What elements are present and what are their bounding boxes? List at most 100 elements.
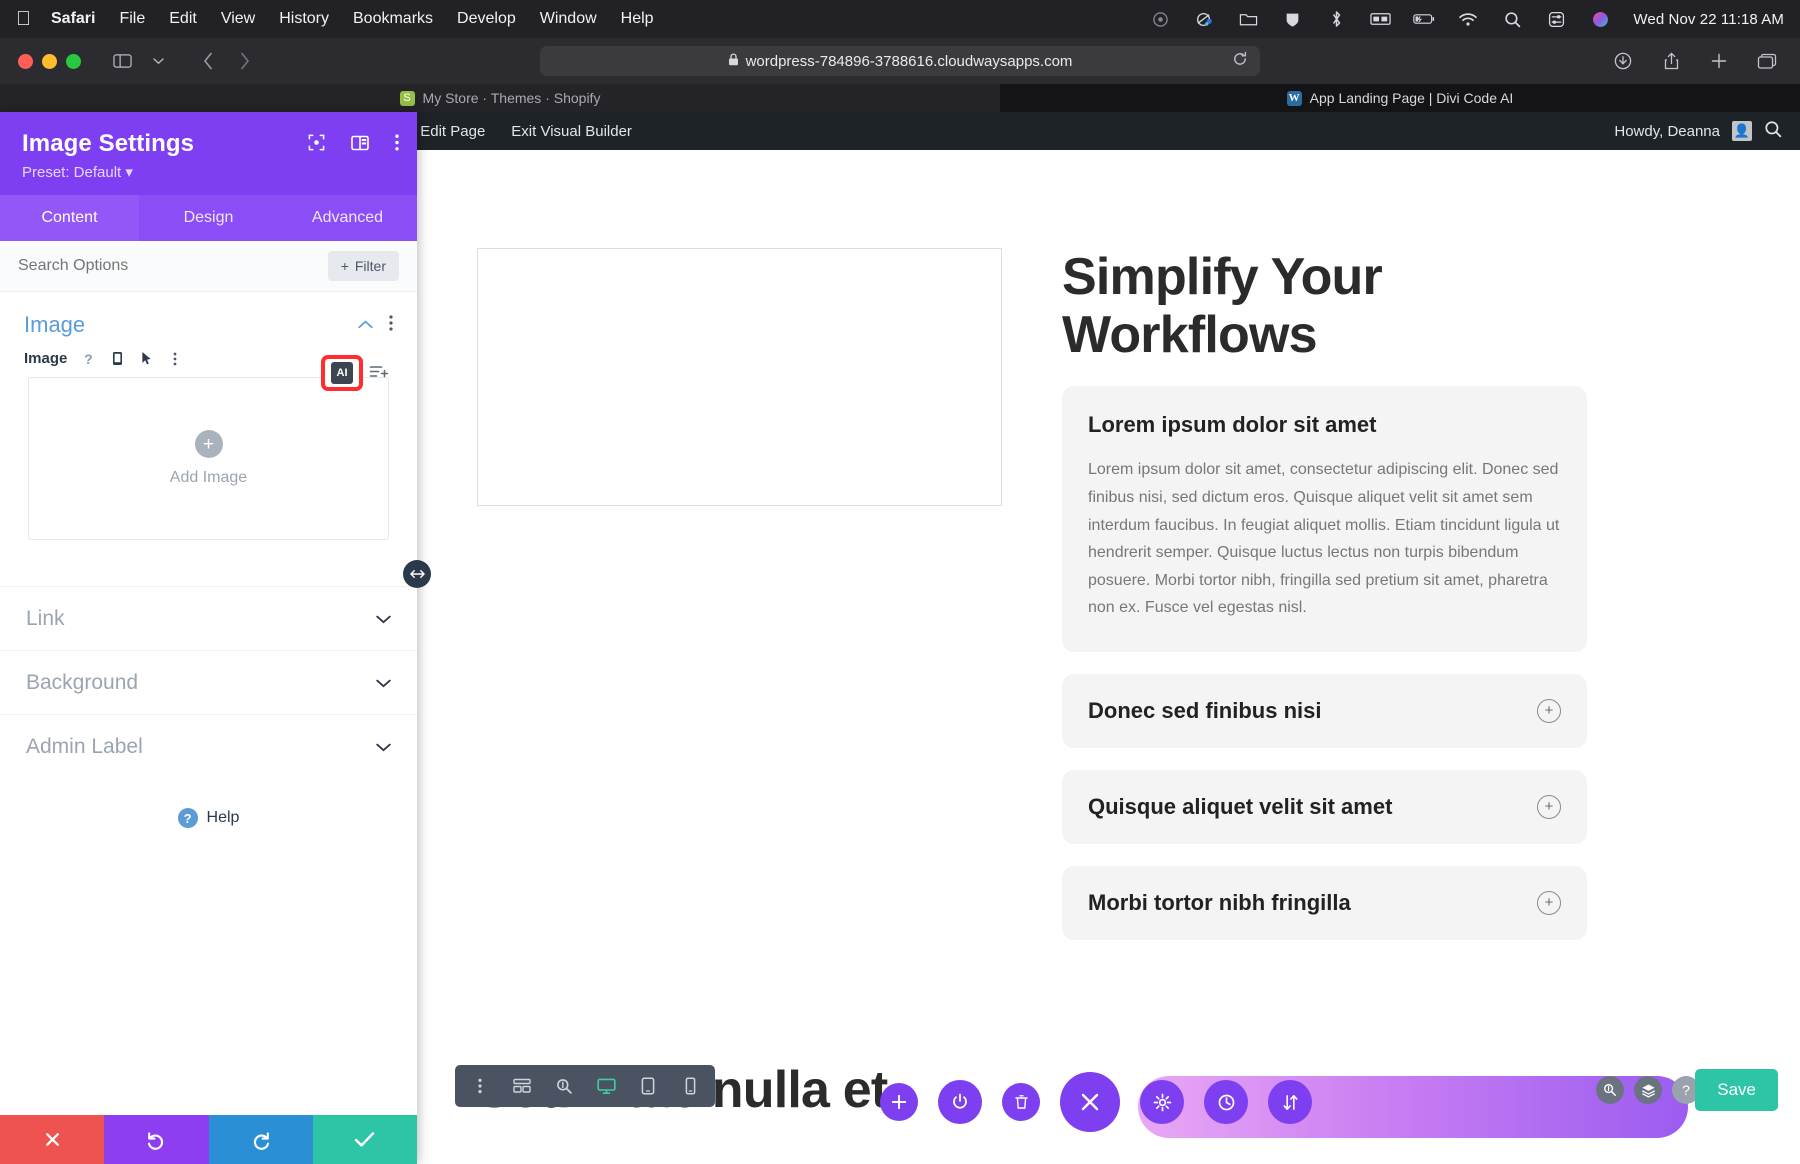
filter-button[interactable]: + Filter (327, 251, 399, 281)
search-input[interactable] (18, 257, 258, 275)
avatar[interactable]: 👤 (1732, 121, 1752, 141)
hover-icon[interactable] (138, 351, 154, 366)
accordion-item-open[interactable]: Lorem ipsum dolor sit amet Lorem ipsum d… (1062, 386, 1587, 652)
chevron-up-icon[interactable] (358, 316, 373, 334)
howdy-label[interactable]: Howdy, Deanna (1614, 123, 1720, 140)
accordion-item[interactable]: Quisque aliquet velit sit amet + (1062, 769, 1587, 844)
menu-item-safari[interactable]: Safari (51, 10, 95, 28)
exit-visual-builder-button[interactable]: Exit Visual Builder (498, 112, 645, 150)
target-icon[interactable] (308, 134, 325, 156)
settings-icon[interactable] (1140, 1080, 1184, 1124)
add-icon[interactable] (880, 1083, 918, 1121)
tablet-icon[interactable] (633, 1071, 663, 1101)
ai-button-highlight: AI (321, 355, 363, 391)
responsive-icon[interactable] (109, 351, 125, 366)
screen-recording-icon[interactable] (1149, 9, 1171, 29)
add-image-dropzone[interactable]: + Add Image (28, 377, 389, 540)
undo-button[interactable] (104, 1115, 209, 1164)
accordion-item[interactable]: Donec sed finibus nisi + (1062, 673, 1587, 748)
history-icon[interactable] (1204, 1080, 1248, 1124)
tab-design[interactable]: Design (139, 195, 278, 241)
plus-circle-icon[interactable]: + (1537, 890, 1561, 915)
accordion-item[interactable]: Morbi tortor nibh fringilla + (1062, 865, 1587, 940)
wireframe-icon[interactable] (507, 1071, 537, 1101)
plus-icon[interactable]: + (194, 430, 223, 458)
discard-button[interactable] (0, 1115, 105, 1164)
menu-item-view[interactable]: View (221, 10, 255, 28)
section-background[interactable]: Background (0, 650, 417, 714)
cleanshot-icon[interactable] (1193, 9, 1215, 29)
power-icon[interactable] (938, 1080, 982, 1124)
menu-item-develop[interactable]: Develop (457, 10, 516, 28)
close-icon[interactable] (1060, 1072, 1120, 1132)
wifi-icon[interactable] (1457, 9, 1479, 29)
image-section-header[interactable]: Image (0, 292, 417, 344)
tab-overview-icon[interactable] (1752, 48, 1782, 74)
new-tab-icon[interactable] (1704, 48, 1734, 74)
bluetooth-icon[interactable] (1325, 9, 1347, 29)
siri-icon[interactable] (1589, 9, 1611, 29)
sidebar-icon[interactable] (107, 48, 137, 74)
panel-resize-handle[interactable] (403, 560, 431, 588)
shield-icon[interactable] (1281, 9, 1303, 29)
zoom-icon[interactable] (549, 1071, 579, 1101)
menu-item-bookmarks[interactable]: Bookmarks (353, 10, 433, 28)
forward-button[interactable] (229, 48, 259, 74)
menu-item-file[interactable]: File (119, 10, 145, 28)
search-icon[interactable] (1501, 9, 1523, 29)
close-window-button[interactable] (18, 53, 33, 69)
folder-icon[interactable] (1237, 9, 1259, 29)
panel-preset[interactable]: Preset: Default ▾ (22, 163, 395, 181)
address-bar[interactable]: wordpress-784896-3788616.cloudwaysapps.c… (540, 46, 1260, 76)
save-button[interactable]: Save (1695, 1069, 1778, 1111)
kebab-menu-icon[interactable] (465, 1071, 495, 1101)
chevron-down-icon[interactable] (376, 737, 391, 757)
browser-tab-divi[interactable]: W App Landing Page | Divi Code AI (1000, 84, 1800, 112)
admin-search-icon[interactable] (1764, 120, 1782, 142)
menu-item-window[interactable]: Window (540, 10, 597, 28)
trash-icon[interactable] (1002, 1083, 1040, 1121)
generate-icon[interactable] (369, 363, 389, 386)
tab-advanced[interactable]: Advanced (278, 195, 417, 241)
control-center-icon[interactable] (1545, 9, 1567, 29)
chevron-down-icon[interactable] (376, 673, 391, 693)
redo-button[interactable] (208, 1115, 313, 1164)
image-settings-panel: Image Settings Preset: Default ▾ Content… (0, 112, 431, 1164)
back-button[interactable] (193, 48, 223, 74)
image-placeholder[interactable] (477, 248, 1002, 506)
help-row[interactable]: ? Help (0, 778, 417, 858)
downloads-icon[interactable] (1608, 48, 1638, 74)
chevron-down-icon[interactable]: ▾ (125, 164, 133, 181)
section-link[interactable]: Link (0, 586, 417, 650)
layout-icon[interactable] (351, 135, 369, 156)
desktop-icon[interactable] (591, 1071, 621, 1101)
chevron-down-icon[interactable] (143, 48, 173, 74)
tab-content[interactable]: Content (0, 195, 139, 241)
phone-icon[interactable] (675, 1071, 705, 1101)
share-icon[interactable] (1656, 48, 1686, 74)
plus-circle-icon[interactable]: + (1537, 698, 1561, 723)
plus-circle-icon[interactable]: + (1537, 794, 1561, 819)
browser-tab-shopify[interactable]: S My Store · Themes · Shopify (0, 84, 1000, 112)
maximize-window-button[interactable] (66, 53, 81, 69)
battery-icon[interactable] (1413, 9, 1435, 29)
kebab-menu-icon[interactable] (395, 134, 399, 156)
minimize-window-button[interactable] (42, 53, 57, 69)
reload-icon[interactable] (1232, 51, 1248, 72)
save-settings-button[interactable] (312, 1115, 417, 1164)
chevron-down-icon[interactable] (376, 609, 391, 629)
caption-icon[interactable] (1369, 9, 1391, 29)
search-icon[interactable] (1596, 1076, 1624, 1104)
kebab-menu-icon[interactable] (167, 352, 183, 366)
layers-icon[interactable] (1634, 1076, 1662, 1104)
menu-item-history[interactable]: History (279, 10, 329, 28)
ai-icon[interactable]: AI (331, 362, 353, 384)
menu-bar-clock[interactable]: Wed Nov 22 11:18 AM (1633, 11, 1784, 28)
section-admin-label[interactable]: Admin Label (0, 714, 417, 778)
sort-icon[interactable] (1268, 1080, 1312, 1124)
kebab-menu-icon[interactable] (389, 314, 393, 336)
menu-item-edit[interactable]: Edit (169, 10, 197, 28)
help-icon[interactable]: ? (80, 351, 96, 367)
apple-logo-icon[interactable]:  (16, 9, 31, 29)
menu-item-help[interactable]: Help (621, 10, 654, 28)
